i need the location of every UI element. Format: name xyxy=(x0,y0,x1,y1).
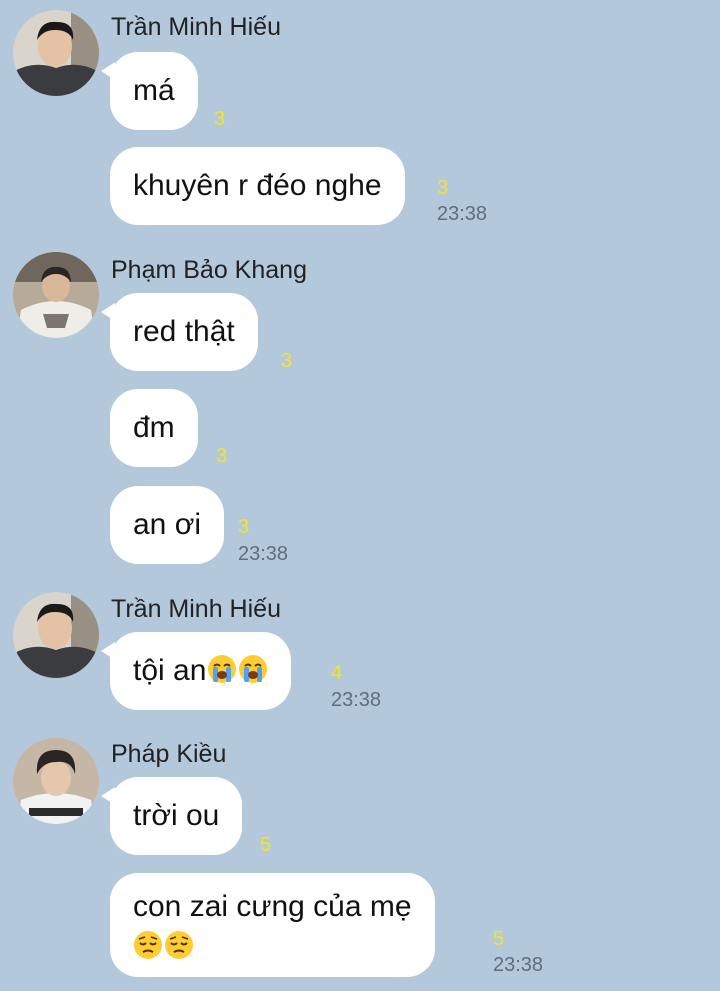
pensive-face-icon xyxy=(165,931,193,959)
message-text: red thật xyxy=(133,315,235,348)
message-text: an ơi xyxy=(133,508,202,541)
message-bubble[interactable]: an ơi xyxy=(110,486,225,564)
sender-name: Phạm Bảo Khang xyxy=(111,256,307,284)
sender-name: Pháp Kiều xyxy=(111,740,227,768)
message-text: trời ou xyxy=(133,799,220,832)
message-time: 23:38 xyxy=(437,203,488,225)
read-count: 3 xyxy=(238,516,250,538)
message-bubble[interactable]: red thật xyxy=(101,293,258,371)
message-text: má xyxy=(133,74,175,107)
message-bubble[interactable]: tội an xyxy=(100,632,292,710)
read-count: 3 xyxy=(281,350,293,372)
message-bubble[interactable]: con zai cưng của mẹ xyxy=(110,873,435,977)
avatar[interactable] xyxy=(13,252,99,338)
loudly-crying-face-icon xyxy=(208,655,237,683)
loudly-crying-face-icon xyxy=(239,655,268,683)
message-bubble[interactable]: má xyxy=(101,52,198,130)
read-count: 3 xyxy=(216,445,228,467)
avatar[interactable] xyxy=(13,592,99,678)
sender-name: Trần Minh Hiếu xyxy=(111,13,281,41)
emoji-row xyxy=(133,928,194,966)
message-time: 23:38 xyxy=(493,954,544,976)
message-time: 23:38 xyxy=(238,543,289,565)
avatar[interactable] xyxy=(13,738,99,824)
message-text-part: tội an xyxy=(133,654,207,687)
read-count: 5 xyxy=(493,928,505,950)
message-bubble[interactable]: trời ou xyxy=(100,777,243,855)
message-text: con zai cưng của mẹ xyxy=(133,890,412,923)
message-bubble[interactable]: khuyên r đéo nghe xyxy=(110,147,405,225)
sender-name: Trần Minh Hiếu xyxy=(111,595,281,623)
message-text: khuyên r đéo nghe xyxy=(133,169,382,202)
message-text: đm xyxy=(133,411,175,444)
read-count: 4 xyxy=(331,662,343,684)
read-count: 3 xyxy=(437,177,449,199)
message-time: 23:38 xyxy=(331,689,382,711)
message-bubble[interactable]: đm xyxy=(110,389,198,467)
avatar[interactable] xyxy=(13,10,99,96)
read-count: 5 xyxy=(260,834,272,856)
pensive-face-icon xyxy=(134,931,162,959)
message-text: tội an xyxy=(133,652,268,690)
read-count: 3 xyxy=(214,108,226,130)
